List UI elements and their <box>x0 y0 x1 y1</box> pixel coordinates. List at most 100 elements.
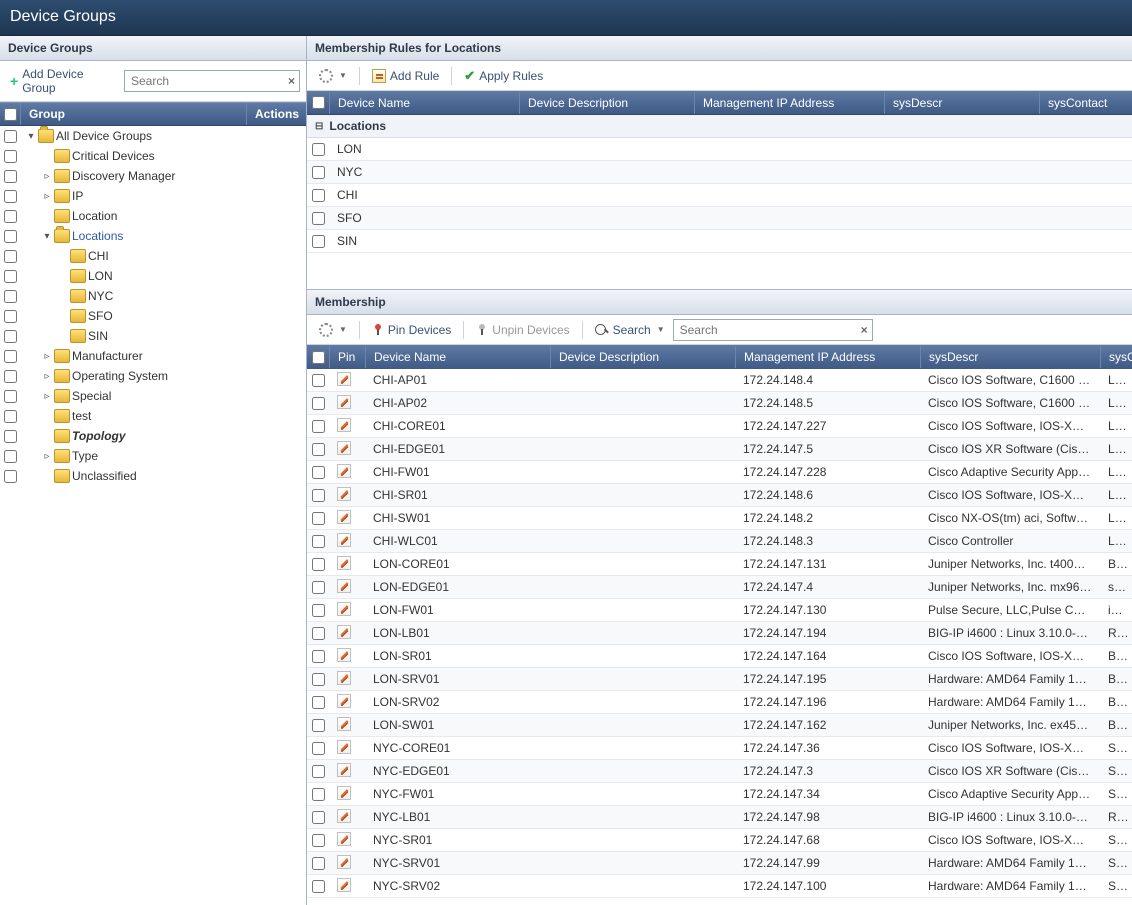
edit-icon[interactable] <box>337 763 351 777</box>
membership-row[interactable]: LON-SW01172.24.147.162Juniper Networks, … <box>307 714 1132 737</box>
rules-settings-button[interactable]: ▼ <box>315 67 351 85</box>
col-sysdescr[interactable]: sysDescr <box>920 346 1100 368</box>
membership-row-checkbox[interactable] <box>312 558 325 571</box>
membership-row-checkbox[interactable] <box>312 535 325 548</box>
edit-icon[interactable] <box>337 464 351 478</box>
membership-row-checkbox[interactable] <box>312 742 325 755</box>
membership-row-checkbox[interactable] <box>312 834 325 847</box>
membership-row-checkbox[interactable] <box>312 880 325 893</box>
membership-row[interactable]: CHI-SW01172.24.148.2Cisco NX-OS(tm) aci,… <box>307 507 1132 530</box>
edit-icon[interactable] <box>337 372 351 386</box>
rule-row[interactable]: NYC <box>307 161 1132 184</box>
edit-icon[interactable] <box>337 855 351 869</box>
edit-icon[interactable] <box>337 487 351 501</box>
tree-row[interactable]: Location <box>0 206 306 226</box>
membership-row-checkbox[interactable] <box>312 466 325 479</box>
edit-icon[interactable] <box>337 832 351 846</box>
edit-icon[interactable] <box>337 625 351 639</box>
apply-rules-button[interactable]: ✔ Apply Rules <box>460 66 547 86</box>
col-device-name[interactable]: Device Name <box>329 92 519 114</box>
col-mgmt-ip[interactable]: Management IP Address <box>694 92 884 114</box>
add-rule-button[interactable]: Add Rule <box>368 67 443 85</box>
tree-row[interactable]: SIN <box>0 326 306 346</box>
tree-row-checkbox[interactable] <box>4 210 17 223</box>
edit-icon[interactable] <box>337 579 351 593</box>
col-syscontact[interactable]: sysContact <box>1100 346 1132 368</box>
edit-icon[interactable] <box>337 533 351 547</box>
tree-row-checkbox[interactable] <box>4 350 17 363</box>
tree-toggle-icon[interactable]: ▹ <box>42 191 52 202</box>
membership-row[interactable]: LON-SR01172.24.147.164Cisco IOS Software… <box>307 645 1132 668</box>
left-search[interactable]: × <box>124 70 300 92</box>
edit-icon[interactable] <box>337 809 351 823</box>
tree-row-checkbox[interactable] <box>4 170 17 183</box>
tree-row[interactable]: ▾Locations <box>0 226 306 246</box>
membership-row[interactable]: CHI-AP02172.24.148.5Cisco IOS Software, … <box>307 392 1132 415</box>
membership-row-checkbox[interactable] <box>312 420 325 433</box>
rule-row[interactable]: SIN <box>307 230 1132 253</box>
membership-search[interactable]: × <box>673 319 873 341</box>
add-device-group-button[interactable]: + Add Device Group <box>6 65 118 97</box>
edit-icon[interactable] <box>337 395 351 409</box>
tree-toggle-icon[interactable]: ▹ <box>42 391 52 402</box>
membership-row[interactable]: CHI-SR01172.24.148.6Cisco IOS Software, … <box>307 484 1132 507</box>
edit-icon[interactable] <box>337 740 351 754</box>
tree-row-checkbox[interactable] <box>4 270 17 283</box>
tree-select-all-checkbox[interactable] <box>4 108 17 121</box>
membership-search-button[interactable]: Search ▼ <box>591 321 669 339</box>
membership-row-checkbox[interactable] <box>312 374 325 387</box>
edit-icon[interactable] <box>337 510 351 524</box>
tree-row-checkbox[interactable] <box>4 230 17 243</box>
tree-row[interactable]: SFO <box>0 306 306 326</box>
membership-row-checkbox[interactable] <box>312 397 325 410</box>
tree-row[interactable]: Unclassified <box>0 466 306 486</box>
col-syscontact[interactable]: sysContact <box>1039 92 1132 114</box>
tree-row[interactable]: test <box>0 406 306 426</box>
rules-group-row[interactable]: ⊟ Locations <box>307 115 1132 138</box>
membership-row[interactable]: CHI-EDGE01172.24.147.5Cisco IOS XR Softw… <box>307 438 1132 461</box>
rules-select-all-checkbox[interactable] <box>312 96 325 109</box>
membership-settings-button[interactable]: ▼ <box>315 321 351 339</box>
tree-row-checkbox[interactable] <box>4 290 17 303</box>
membership-search-input[interactable] <box>678 321 861 339</box>
tree-toggle-icon[interactable]: ▾ <box>42 231 52 242</box>
col-mgmt-ip[interactable]: Management IP Address <box>735 346 920 368</box>
rule-row[interactable]: CHI <box>307 184 1132 207</box>
tree-row-checkbox[interactable] <box>4 450 17 463</box>
tree-row-checkbox[interactable] <box>4 330 17 343</box>
tree-toggle-icon[interactable]: ▹ <box>42 371 52 382</box>
tree-row[interactable]: Topology <box>0 426 306 446</box>
tree-toggle-icon[interactable]: ▹ <box>42 351 52 362</box>
tree-row[interactable]: Critical Devices <box>0 146 306 166</box>
edit-icon[interactable] <box>337 717 351 731</box>
col-group[interactable]: Group <box>20 103 246 125</box>
col-actions[interactable]: Actions <box>246 103 306 125</box>
edit-icon[interactable] <box>337 878 351 892</box>
membership-row-checkbox[interactable] <box>312 581 325 594</box>
col-device-desc[interactable]: Device Description <box>550 346 735 368</box>
membership-row-checkbox[interactable] <box>312 719 325 732</box>
tree-row-checkbox[interactable] <box>4 130 17 143</box>
edit-icon[interactable] <box>337 602 351 616</box>
membership-row[interactable]: NYC-SR01172.24.147.68Cisco IOS Software,… <box>307 829 1132 852</box>
membership-row-checkbox[interactable] <box>312 696 325 709</box>
unpin-devices-button[interactable]: Unpin Devices <box>472 321 573 339</box>
membership-row[interactable]: CHI-FW01172.24.147.228Cisco Adaptive Sec… <box>307 461 1132 484</box>
tree-row-checkbox[interactable] <box>4 390 17 403</box>
membership-row-checkbox[interactable] <box>312 673 325 686</box>
tree-row-checkbox[interactable] <box>4 410 17 423</box>
rule-row[interactable]: LON <box>307 138 1132 161</box>
tree-row[interactable]: ▾All Device Groups <box>0 126 306 146</box>
membership-row-checkbox[interactable] <box>312 489 325 502</box>
membership-row-checkbox[interactable] <box>312 650 325 663</box>
tree-row[interactable]: ▹IP <box>0 186 306 206</box>
membership-row-checkbox[interactable] <box>312 443 325 456</box>
membership-row[interactable]: LON-LB01172.24.147.194BIG-IP i4600 : Lin… <box>307 622 1132 645</box>
membership-row[interactable]: CHI-AP01172.24.148.4Cisco IOS Software, … <box>307 369 1132 392</box>
membership-row[interactable]: LON-SRV01172.24.147.195Hardware: AMD64 F… <box>307 668 1132 691</box>
edit-icon[interactable] <box>337 418 351 432</box>
device-group-tree[interactable]: ▾All Device GroupsCritical Devices▹Disco… <box>0 126 306 905</box>
tree-row-checkbox[interactable] <box>4 150 17 163</box>
clear-search-icon[interactable]: × <box>861 323 868 337</box>
col-sysdescr[interactable]: sysDescr <box>884 92 1039 114</box>
